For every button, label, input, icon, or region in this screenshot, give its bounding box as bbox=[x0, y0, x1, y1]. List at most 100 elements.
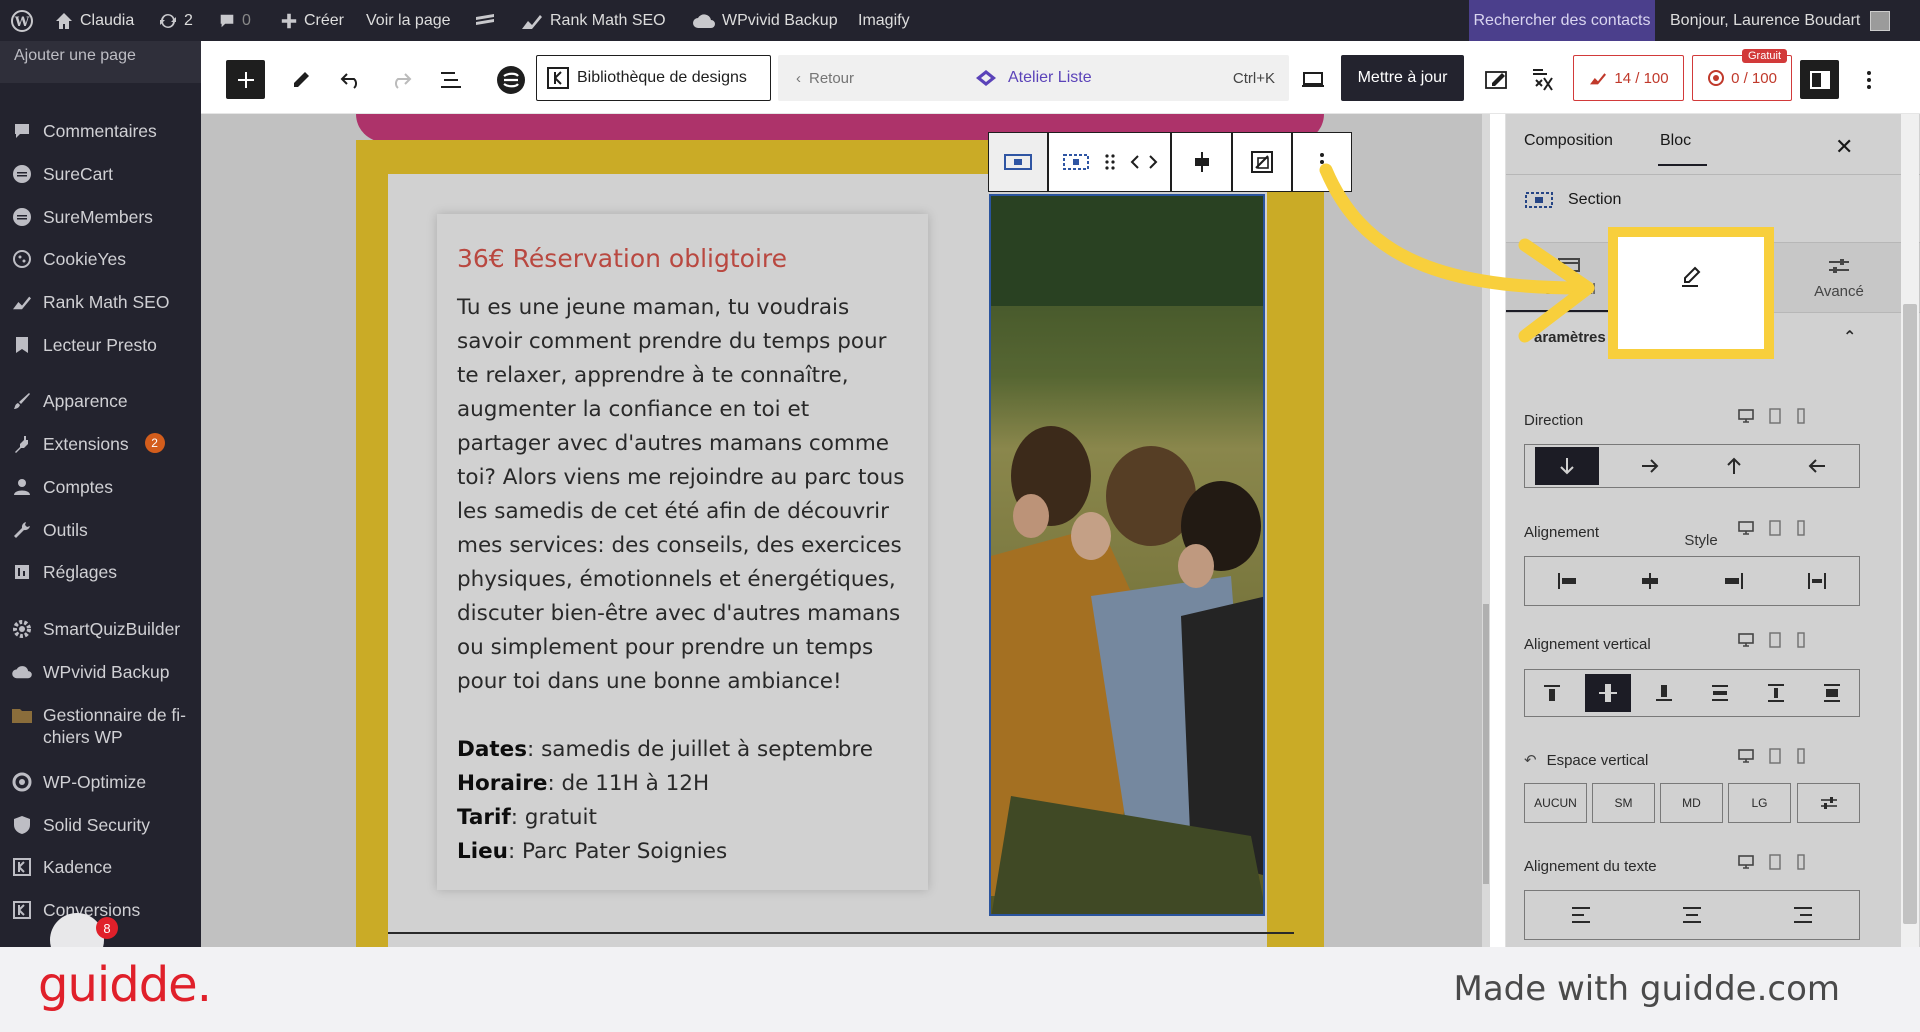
update-button[interactable]: Mettre à jour bbox=[1341, 55, 1464, 101]
document-title[interactable]: Atelier Liste bbox=[974, 55, 1092, 101]
sidebar-item-comments[interactable]: Commentaires bbox=[0, 120, 201, 142]
block-type-button[interactable] bbox=[988, 132, 1048, 192]
sidebar-item-filemanager[interactable]: Gestionnaire de fi-chiers WP bbox=[0, 704, 201, 748]
responsive-toggles[interactable] bbox=[1738, 854, 1806, 870]
command-palette[interactable]: ‹ Retour Atelier Liste Ctrl+K bbox=[778, 55, 1289, 101]
direction-right-button[interactable] bbox=[1618, 447, 1682, 485]
search-contacts-link[interactable]: Rechercher des contacts bbox=[1469, 0, 1655, 41]
size-lg-button[interactable]: LG bbox=[1728, 783, 1791, 823]
sidebar-item-appearance[interactable]: Apparence bbox=[0, 390, 201, 412]
sidebar-item-accounts[interactable]: Comptes bbox=[0, 476, 201, 498]
seo-score-button[interactable]: 14 / 100 bbox=[1573, 55, 1684, 101]
rankmath-link[interactable]: Rank Math SEO bbox=[520, 0, 666, 41]
section-icon[interactable] bbox=[1062, 153, 1090, 171]
sidebar-item-tools[interactable]: Outils bbox=[0, 519, 201, 541]
create-menu[interactable]: Créer bbox=[280, 0, 344, 41]
layers-icon[interactable] bbox=[474, 0, 496, 41]
tablet-icon[interactable] bbox=[1768, 854, 1782, 870]
text-align-center-button[interactable] bbox=[1660, 896, 1724, 934]
mobile-icon[interactable] bbox=[1796, 632, 1806, 648]
align-start-button[interactable] bbox=[1535, 562, 1599, 600]
sidebar-item-solidsecurity[interactable]: Solid Security bbox=[0, 814, 201, 836]
view-page-link[interactable]: Voir la page bbox=[366, 0, 451, 41]
design-library-button[interactable]: Bibliothèque de designs bbox=[536, 55, 771, 101]
valign-center-button[interactable] bbox=[1585, 674, 1631, 712]
valign-top-button[interactable] bbox=[1529, 674, 1575, 712]
size-sm-button[interactable]: SM bbox=[1592, 783, 1655, 823]
justify-button[interactable] bbox=[1171, 132, 1232, 192]
settings-panel-toggle[interactable] bbox=[1800, 60, 1839, 99]
tab-bloc[interactable]: Bloc bbox=[1658, 132, 1708, 166]
text-align-left-button[interactable] bbox=[1549, 896, 1613, 934]
subtab-style[interactable]: Style bbox=[1608, 227, 1774, 549]
subtab-advanced[interactable]: Avancé bbox=[1776, 243, 1902, 313]
add-block-button[interactable] bbox=[226, 60, 265, 99]
panel-scroll-thumb[interactable] bbox=[1903, 304, 1917, 924]
desktop-icon[interactable] bbox=[1738, 854, 1754, 870]
sidebar-item-cookieyes[interactable]: CookieYes bbox=[0, 248, 201, 270]
options-menu-button[interactable] bbox=[1849, 60, 1888, 99]
tablet-icon[interactable] bbox=[1768, 748, 1782, 764]
edit-tool-button[interactable] bbox=[281, 60, 320, 99]
responsive-toggles[interactable] bbox=[1738, 408, 1806, 424]
submenu-add-page[interactable]: Ajouter une page bbox=[0, 41, 201, 83]
valign-bottom-button[interactable] bbox=[1641, 674, 1687, 712]
text-align-right-button[interactable] bbox=[1771, 896, 1835, 934]
reset-arrow-icon[interactable]: ↶ bbox=[1524, 751, 1537, 769]
mobile-icon[interactable] bbox=[1796, 408, 1806, 424]
mobile-icon[interactable] bbox=[1796, 748, 1806, 764]
site-name-link[interactable]: Claudia bbox=[54, 0, 134, 41]
direction-down-button[interactable] bbox=[1534, 447, 1599, 485]
align-center-button[interactable] bbox=[1618, 562, 1682, 600]
price-heading[interactable]: 36€ Réservation obligtoire bbox=[457, 244, 908, 273]
sidebar-item-suremembers[interactable]: SureMembers bbox=[0, 206, 201, 228]
responsive-toggles[interactable] bbox=[1738, 748, 1806, 764]
spectra-button[interactable] bbox=[491, 60, 530, 99]
back-button[interactable]: ‹ Retour bbox=[796, 55, 854, 101]
direction-up-button[interactable] bbox=[1702, 447, 1766, 485]
sidebar-item-smartquiz[interactable]: SmartQuizBuilder bbox=[0, 618, 201, 640]
panel-scrollbar[interactable] bbox=[1901, 114, 1919, 947]
align-end-button[interactable] bbox=[1702, 562, 1766, 600]
event-details[interactable]: Dates: samedis de juillet à septembre Ho… bbox=[457, 733, 908, 869]
desktop-icon[interactable] bbox=[1738, 408, 1754, 424]
drag-handle-icon[interactable] bbox=[1104, 153, 1116, 171]
wpvivid-link[interactable]: WPvivid Backup bbox=[692, 0, 838, 41]
edit-with-ai-button[interactable] bbox=[1477, 60, 1516, 99]
tablet-icon[interactable] bbox=[1768, 632, 1782, 648]
custom-size-button[interactable] bbox=[1797, 783, 1860, 823]
move-arrows-icon[interactable] bbox=[1130, 154, 1158, 170]
size-none-button[interactable]: AUCUN bbox=[1524, 783, 1587, 823]
tablet-icon[interactable] bbox=[1768, 408, 1782, 424]
sidebar-item-presto[interactable]: Lecteur Presto bbox=[0, 334, 201, 356]
sidebar-item-rankmath[interactable]: Rank Math SEO bbox=[0, 291, 201, 313]
close-icon[interactable]: ✕ bbox=[1835, 134, 1853, 160]
imagify-link[interactable]: Imagify bbox=[858, 0, 910, 41]
kadence-ai-button[interactable] bbox=[1523, 60, 1562, 99]
sidebar-item-wpvivid[interactable]: WPvivid Backup bbox=[0, 661, 201, 683]
valign-space-around-button[interactable] bbox=[1753, 674, 1799, 712]
mobile-icon[interactable] bbox=[1796, 854, 1806, 870]
description-paragraph[interactable]: Tu es une jeune maman, tu voudrais savoi… bbox=[457, 291, 908, 699]
valign-stretch-button[interactable] bbox=[1809, 674, 1855, 712]
desktop-icon[interactable] bbox=[1738, 748, 1754, 764]
user-menu[interactable]: Bonjour, Laurence Boudart bbox=[1670, 0, 1891, 41]
sidebar-item-settings[interactable]: Réglages bbox=[0, 561, 201, 583]
sidebar-item-surecart[interactable]: SureCart bbox=[0, 163, 201, 185]
document-overview-button[interactable] bbox=[431, 60, 470, 99]
desktop-icon[interactable] bbox=[1738, 632, 1754, 648]
wordpress-logo-icon[interactable]: W bbox=[10, 0, 34, 41]
sidebar-item-kadence[interactable]: Kadence bbox=[0, 856, 201, 878]
valign-space-between-button[interactable] bbox=[1697, 674, 1743, 712]
undo-button[interactable] bbox=[331, 60, 370, 99]
responsive-toggles[interactable] bbox=[1738, 632, 1806, 648]
updates-link[interactable]: 2 bbox=[158, 0, 193, 41]
canvas-scroll-thumb[interactable] bbox=[1483, 604, 1489, 884]
mothers-group-photo[interactable] bbox=[989, 194, 1265, 916]
info-card[interactable]: 36€ Réservation obligtoire Tu es une jeu… bbox=[437, 214, 928, 890]
sidebar-item-extensions[interactable]: Extensions 2 bbox=[0, 433, 201, 455]
size-md-button[interactable]: MD bbox=[1660, 783, 1723, 823]
redo-button[interactable] bbox=[381, 60, 420, 99]
mobile-icon[interactable] bbox=[1796, 520, 1806, 536]
sidebar-item-wpoptimize[interactable]: WP-Optimize bbox=[0, 771, 201, 793]
